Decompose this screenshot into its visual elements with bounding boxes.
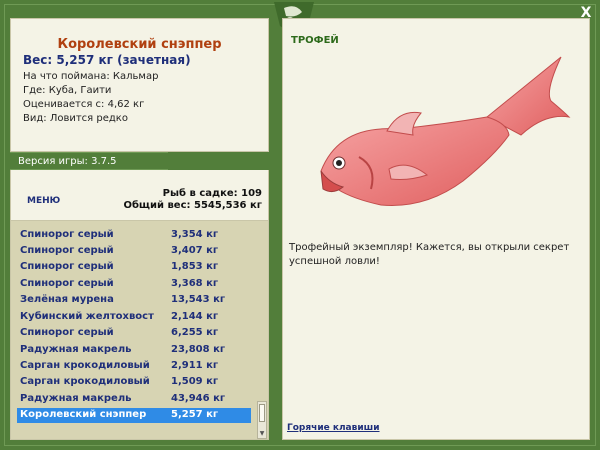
list-item[interactable]: Кубинский желтохвост 2,144 кг	[17, 310, 251, 325]
trophy-description: Трофейный экземпляр! Кажется, вы открыли…	[289, 242, 570, 267]
list-item-selected[interactable]: Королевский снэппер 5,257 кг	[17, 408, 251, 423]
menu-stats-panel: МЕНЮ Рыб в садке: 109 Общий вес: 5545,53…	[10, 170, 269, 220]
game-version: Версия игры: 3.7.5	[10, 152, 168, 170]
fish-value: Оценивается с: 4,62 кг	[23, 99, 145, 110]
list-item-name: Спинорог серый	[20, 261, 114, 272]
list-item[interactable]: Сарган крокодиловый 1,509 кг	[17, 375, 251, 390]
list-item-weight: 3,407 кг	[171, 245, 219, 256]
hotkeys-link[interactable]: Горячие клавиши	[287, 423, 380, 433]
list-scrollbar[interactable]: ▼	[257, 401, 267, 439]
list-item[interactable]: Спинорог серый 3,368 кг	[17, 277, 251, 292]
game-window: X Королевский снэппер Вес: 5,257 кг (зач…	[0, 0, 600, 450]
list-item[interactable]: Радужная макрель 43,946 кг	[17, 392, 251, 407]
list-item[interactable]: Спинорог серый 3,354 кг	[17, 228, 251, 243]
list-item[interactable]: Сарган крокодиловый 2,911 кг	[17, 359, 251, 374]
list-item-weight: 23,808 кг	[171, 344, 226, 355]
fish-image	[320, 56, 571, 206]
list-item[interactable]: Спинорог серый 3,407 кг	[17, 244, 251, 259]
list-item[interactable]: Спинорог серый 6,255 кг	[17, 326, 251, 341]
list-item-name: Спинорог серый	[20, 245, 114, 256]
list-item[interactable]: Радужная макрель 23,808 кг	[17, 343, 251, 358]
list-item[interactable]: Спинорог серый 1,853 кг	[17, 260, 251, 275]
list-item-name: Кубинский желтохвост	[20, 311, 154, 322]
list-item-name: Спинорог серый	[20, 327, 114, 338]
fish-bait: На что поймана: Кальмар	[23, 71, 159, 82]
list-item-name: Сарган крокодиловый	[20, 376, 150, 387]
list-item-weight: 5,257 кг	[171, 409, 219, 420]
list-item[interactable]: Зелёная мурена 13,543 кг	[17, 293, 251, 308]
list-item-name: Радужная макрель	[20, 344, 132, 355]
list-item-weight: 43,946 кг	[171, 393, 226, 404]
list-item-name: Зелёная мурена	[20, 294, 114, 305]
total-weight: Общий вес: 5545,536 кг	[123, 200, 262, 211]
menu-button[interactable]: МЕНЮ	[27, 196, 60, 206]
fish-name: Королевский снэппер	[57, 37, 222, 52]
list-item-weight: 13,543 кг	[171, 294, 226, 305]
scrollbar-thumb[interactable]	[259, 404, 265, 422]
trophy-panel: ТРОФЕЙ Трофейный экземпляр! Кажется, вы …	[282, 18, 590, 440]
list-item-weight: 3,354 кг	[171, 229, 219, 240]
list-item-weight: 2,144 кг	[171, 311, 219, 322]
list-item-name: Спинорог серый	[20, 229, 114, 240]
list-item-weight: 1,509 кг	[171, 376, 219, 387]
scroll-down-icon[interactable]: ▼	[259, 431, 265, 437]
list-item-name: Королевский снэппер	[20, 409, 147, 420]
list-item-name: Спинорог серый	[20, 278, 114, 289]
catch-list[interactable]: Спинорог серый 3,354 кг Спинорог серый 3…	[10, 220, 269, 440]
fish-info-panel: Королевский снэппер Вес: 5,257 кг (зачет…	[10, 18, 269, 152]
list-item-name: Сарган крокодиловый	[20, 360, 150, 371]
list-item-name: Радужная макрель	[20, 393, 132, 404]
fish-species: Вид: Ловится редко	[23, 113, 128, 124]
fish-count: Рыб в садке: 109	[162, 188, 262, 199]
list-item-weight: 3,368 кг	[171, 278, 219, 289]
fish-weight: Вес: 5,257 кг (зачетная)	[23, 53, 191, 67]
list-item-weight: 1,853 кг	[171, 261, 219, 272]
list-item-weight: 6,255 кг	[171, 327, 219, 338]
fish-location: Где: Куба, Гаити	[23, 85, 112, 96]
list-item-weight: 2,911 кг	[171, 360, 219, 371]
